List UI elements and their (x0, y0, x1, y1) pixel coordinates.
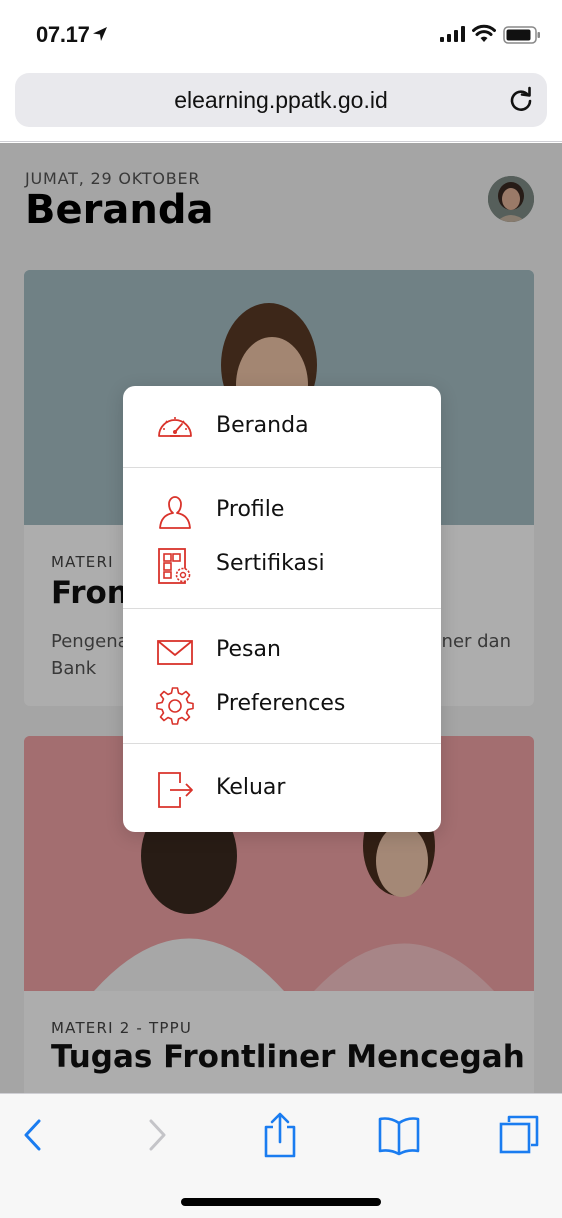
address-url[interactable]: elearning.ppatk.go.id (15, 73, 547, 127)
certificate-icon (158, 548, 191, 584)
address-bar[interactable]: elearning.ppatk.go.id (15, 73, 547, 127)
back-icon[interactable] (22, 1114, 44, 1156)
menu-divider (123, 608, 441, 609)
home-indicator (181, 1198, 381, 1206)
tabs-icon[interactable] (498, 1114, 540, 1156)
battery-icon (503, 26, 540, 44)
menu-item-label: Beranda (216, 413, 309, 438)
user-menu: Beranda Profile Sertifikasi Pesan Prefer… (123, 386, 441, 832)
menu-item-label: Sertifikasi (216, 551, 325, 576)
share-icon[interactable] (262, 1112, 298, 1158)
menu-item-beranda[interactable]: Beranda (123, 405, 441, 451)
menu-item-label: Keluar (216, 775, 286, 800)
menu-item-label: Pesan (216, 637, 281, 662)
menu-item-profile[interactable]: Profile (123, 489, 441, 535)
menu-item-sertifikasi[interactable]: Sertifikasi (123, 543, 441, 589)
envelope-icon (157, 640, 193, 665)
status-time: 07.17 (36, 22, 90, 47)
speedometer-icon (158, 417, 192, 437)
menu-divider (123, 467, 441, 468)
menu-item-preferences[interactable]: Preferences (123, 683, 441, 729)
menu-item-pesan[interactable]: Pesan (123, 629, 441, 675)
location-arrow-icon (93, 27, 107, 41)
menu-item-label: Preferences (216, 691, 346, 716)
gear-icon (156, 687, 194, 725)
user-icon (159, 496, 191, 529)
reload-icon[interactable] (507, 86, 535, 114)
menu-divider (123, 743, 441, 744)
cellular-signal-icon (440, 26, 465, 42)
wifi-icon (472, 24, 496, 42)
menu-item-keluar[interactable]: Keluar (123, 767, 441, 813)
forward-icon[interactable] (146, 1114, 168, 1156)
bookmarks-icon[interactable] (378, 1114, 420, 1156)
status-bar: 07.17 (0, 0, 562, 70)
browser-address-area: elearning.ppatk.go.id (0, 70, 562, 142)
menu-item-label: Profile (216, 497, 285, 522)
logout-icon (158, 772, 193, 808)
